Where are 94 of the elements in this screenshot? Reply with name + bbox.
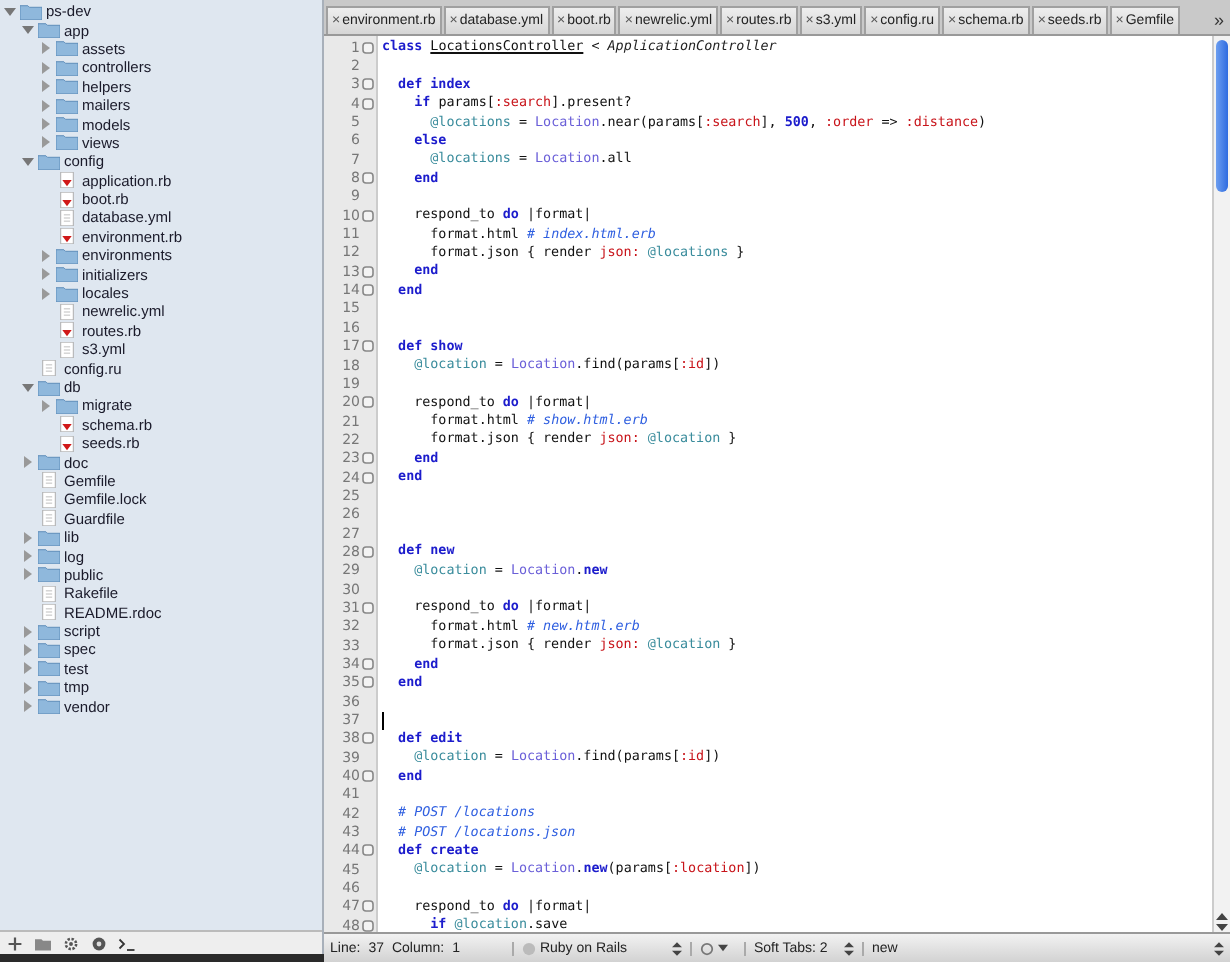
fold-marker-icon[interactable] (362, 452, 374, 465)
fold-marker-icon[interactable] (362, 172, 374, 185)
settings-icon[interactable] (62, 935, 80, 951)
collapsed-triangle-icon[interactable] (40, 287, 52, 300)
collapsed-triangle-icon[interactable] (22, 681, 34, 694)
circle-icon (521, 941, 536, 955)
up-down-arrows-icon (843, 941, 854, 955)
fold-marker-icon[interactable] (362, 78, 374, 91)
folder-icon (56, 266, 78, 283)
fold-marker-icon[interactable] (362, 658, 374, 671)
folder-icon (56, 397, 78, 414)
folder-icon (38, 153, 60, 170)
file-icon (38, 360, 60, 377)
scroll-arrows-icon[interactable] (1214, 912, 1230, 932)
folder-icon (20, 3, 42, 20)
add-icon[interactable] (6, 935, 24, 951)
ruby-file-icon (56, 228, 78, 245)
folder-icon (38, 660, 60, 677)
folder-icon (38, 22, 60, 39)
collapsed-triangle-icon[interactable] (22, 662, 34, 675)
fold-marker-icon[interactable] (362, 601, 374, 614)
file-icon (38, 585, 60, 602)
terminal-icon[interactable] (118, 935, 136, 951)
folder-icon (56, 247, 78, 264)
collapsed-triangle-icon[interactable] (22, 456, 34, 469)
up-down-arrows-icon (1214, 941, 1224, 955)
folder-icon (38, 641, 60, 658)
collapsed-triangle-icon[interactable] (40, 249, 52, 262)
file-icon (56, 341, 78, 358)
expanded-triangle-icon[interactable] (22, 155, 34, 168)
fold-marker-icon[interactable] (362, 97, 374, 110)
fold-marker-icon[interactable] (362, 732, 374, 745)
folder-icon (56, 97, 78, 114)
fold-marker-icon[interactable] (362, 265, 374, 278)
folder-icon (56, 116, 78, 133)
collapsed-triangle-icon[interactable] (22, 568, 34, 581)
fold-marker-icon[interactable] (362, 919, 374, 932)
folder-icon (38, 623, 60, 640)
folder-icon (56, 59, 78, 76)
ruby-file-icon (56, 172, 78, 189)
up-down-arrows-icon (671, 941, 682, 955)
fold-marker-icon[interactable] (362, 545, 374, 558)
collapsed-triangle-icon[interactable] (40, 61, 52, 74)
ruby-file-icon (56, 416, 78, 433)
fold-marker-icon[interactable] (362, 340, 374, 353)
folder-icon (38, 454, 60, 471)
collapsed-triangle-icon[interactable] (22, 625, 34, 638)
scrollbar-thumb[interactable] (1216, 40, 1228, 192)
fold-marker-icon[interactable] (362, 770, 374, 783)
folder-icon (38, 529, 60, 546)
folder-icon[interactable] (34, 935, 52, 951)
folder-icon (38, 679, 60, 696)
collapsed-triangle-icon[interactable] (40, 99, 52, 112)
fold-marker-icon[interactable] (362, 396, 374, 409)
ruby-file-icon (56, 191, 78, 208)
collapsed-triangle-icon[interactable] (40, 118, 52, 131)
file-icon (38, 472, 60, 489)
settings-icon (699, 941, 714, 955)
collapsed-triangle-icon[interactable] (22, 643, 34, 656)
file-icon (56, 303, 78, 320)
collapsed-triangle-icon[interactable] (22, 531, 34, 544)
fold-marker-icon[interactable] (362, 900, 374, 913)
collapsed-triangle-icon[interactable] (40, 399, 52, 412)
fold-marker-icon[interactable] (362, 209, 374, 222)
ruby-file-icon (56, 435, 78, 452)
fold-marker-icon[interactable] (362, 471, 374, 484)
vertical-scrollbar[interactable] (1212, 36, 1230, 932)
ruby-file-icon (56, 322, 78, 339)
expanded-triangle-icon[interactable] (4, 5, 16, 18)
collapsed-triangle-icon[interactable] (40, 268, 52, 281)
fold-marker-icon[interactable] (362, 676, 374, 689)
expanded-triangle-icon[interactable] (22, 381, 34, 393)
file-icon (38, 491, 60, 508)
folder-icon (56, 285, 78, 302)
more-tabs-button[interactable]: » (1207, 6, 1230, 34)
collapsed-triangle-icon[interactable] (22, 550, 34, 563)
dropdown-arrow-icon (717, 944, 728, 952)
collapsed-triangle-icon[interactable] (40, 80, 52, 93)
folder-icon (56, 78, 78, 95)
file-icon (56, 209, 78, 226)
file-icon (38, 604, 60, 621)
fold-marker-icon[interactable] (362, 284, 374, 297)
folder-icon (38, 548, 60, 565)
collapsed-triangle-icon[interactable] (40, 42, 52, 55)
fold-marker-icon[interactable] (362, 844, 374, 857)
fold-marker-icon[interactable] (362, 41, 374, 54)
collapsed-triangle-icon[interactable] (22, 700, 34, 713)
folder-icon (56, 134, 78, 151)
folder-icon (38, 566, 60, 583)
folder-icon (38, 698, 60, 715)
expanded-triangle-icon[interactable] (22, 24, 34, 37)
file-icon (38, 510, 60, 527)
collapsed-triangle-icon[interactable] (40, 136, 52, 149)
folder-icon (56, 40, 78, 57)
